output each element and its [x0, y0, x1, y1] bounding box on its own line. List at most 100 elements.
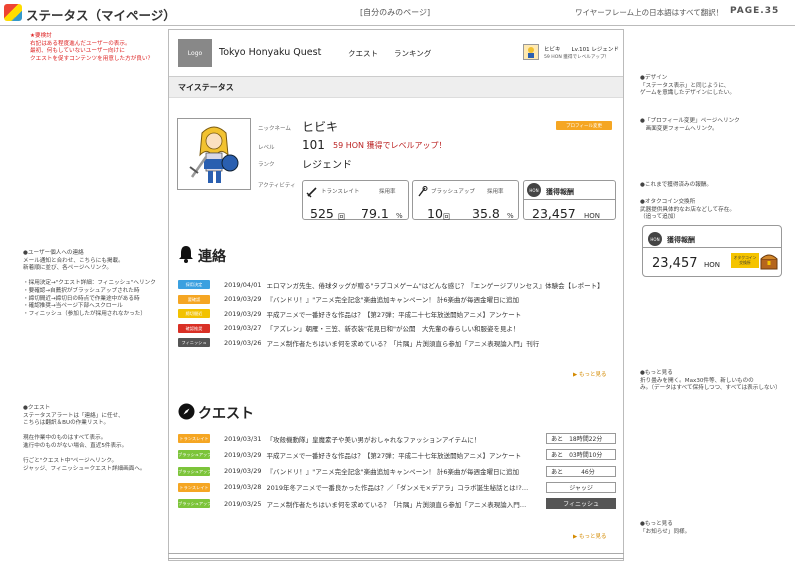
row-date: 2019/03/25: [224, 499, 262, 508]
brushup-rate-unit: %: [507, 212, 514, 220]
contact-row[interactable]: 採用決定 2019/04/01 エロマンガ先生、倦球タッグが贈る"ラブコメゲーム"は…: [178, 279, 616, 290]
header-divider: [0, 25, 795, 26]
note-more-contact: ●もっと見る 折り畳みを開く。Max30件等、新しいものの み。（データはすべて…: [640, 370, 781, 392]
section-band: [169, 76, 623, 98]
status-badge: ブラッシュアップ: [178, 450, 212, 460]
note-profile-link: ●「プロフィール変更」ページへリンク 画面変更フォームへリンク。: [640, 118, 740, 132]
nickname-label: ニックネーム: [258, 126, 291, 132]
contact-more-link[interactable]: ▶ もっと見る: [573, 370, 606, 378]
row-title: 『バンドリ！』"アニメ完全記念"楽曲追加キャンペーン！ 計6楽曲が毎週金曜日に追…: [266, 468, 520, 477]
side-reward-label: 獲得報酬: [667, 236, 695, 244]
wireframe-logo-icon: [4, 4, 22, 21]
row-title: 2019年冬アニメで一番良かった作品は？／「ダンメモ×デアラ」コラボ誕生秘話とは…: [266, 484, 529, 493]
note-top-left: ★要検討 右記はある程度進んだユーザーの表示。 最初、何もしていないユーザー向け…: [30, 33, 154, 62]
quest-more-link[interactable]: ▶ もっと見る: [573, 532, 606, 540]
row-date: 2019/03/27: [224, 324, 262, 332]
quest-row[interactable]: ブラッシュアップ 2019/03/25 アニメ制作者たちはいま何を求めている？「片隅…: [178, 498, 616, 510]
contact-title: 連絡: [198, 249, 226, 265]
row-date: 2019/03/29: [224, 309, 262, 318]
status-badge: トランスレイト: [178, 482, 210, 492]
row-title: 「アズレン」朝雁・三笠、新衣装"花見日和"が公開 大先輩の春らしい和服姿を見よ！: [266, 325, 520, 333]
translate-rate-unit: %: [396, 212, 403, 220]
edit-profile-button[interactable]: プロフィール変更: [556, 121, 612, 130]
row-date: 2019/03/29: [224, 295, 262, 303]
quest-row[interactable]: ブラッシュアップ 2019/03/29 『バンドリ！』"アニメ完全記念"楽曲追加キャ…: [178, 465, 616, 477]
row-title: アニメ制作者たちはいま何を求めている？「片隅」片渕須直ら参加「アニメ表現論入門」…: [266, 339, 540, 348]
brushup-label: ブラッシュアップ: [431, 189, 475, 195]
contact-row[interactable]: 締切間近 2019/03/29 平成アニメで一番好きな作品は？【第27弾：平成二十七…: [178, 308, 616, 319]
sword-icon: [306, 183, 318, 202]
quest-title: クエスト: [198, 406, 254, 422]
page-number: PAGE.35: [730, 6, 780, 16]
contact-row[interactable]: 確認推奨 2019/03/27 「アズレン」朝雁・三笠、新衣装"花見日和"が公開 大…: [178, 323, 616, 334]
row-title: アニメ制作者たちはいま何を求めている？「片隅」片渕須直ら参加「アニメ表現論入門…: [266, 500, 527, 509]
compass-icon: [178, 403, 195, 424]
status-badge: 要確認: [178, 294, 210, 304]
contact-list: 採用決定 2019/04/01 エロマンガ先生、倦球タッグが贈る"ラブコメゲーム"は…: [178, 279, 616, 352]
row-date: 2019/03/31: [224, 434, 262, 443]
reward-unit: HON: [584, 212, 601, 220]
nickname-value: ヒビキ: [302, 120, 339, 134]
note-more-quest: ●もっと見る 「お知らせ」同様。: [640, 521, 691, 535]
quest-status-box[interactable]: ジャッジ: [546, 481, 616, 493]
side-reward-unit: HON: [704, 261, 721, 269]
activity-label: アクティビティ: [258, 183, 296, 189]
row-title: 「攻殻機動隊」皇魔素子や美い男がおしゃれなファッションアイテムに！: [266, 435, 481, 444]
bell-icon: [178, 245, 194, 267]
translate-count: 525: [310, 206, 334, 221]
header-user-info[interactable]: ヒビキ Lv.101 レジェンド: [544, 45, 619, 53]
site-name[interactable]: Tokyo Honyaku Quest: [219, 47, 321, 58]
status-badge: フィニッシュ: [178, 338, 210, 347]
contact-row[interactable]: フィニッシュ 2019/03/26 アニメ制作者たちはいま何を求めている？「片隅」片…: [178, 337, 616, 348]
wireframe-page: ステータス（マイページ） [自分のみのページ] ワイヤーフレーム上の日本語はすべ…: [0, 0, 795, 565]
quest-row[interactable]: トランスレイト 2019/03/31 「攻殻機動隊」皇魔素子や美い男がおしゃれなファ…: [178, 433, 616, 444]
quest-status-box[interactable]: フィニッシュ: [546, 498, 616, 510]
quest-list: トランスレイト 2019/03/31 「攻殻機動隊」皇魔素子や美い男がおしゃれなファ…: [178, 433, 616, 514]
translate-label: トランスレイト: [321, 189, 360, 195]
nav-quest[interactable]: クエスト: [348, 48, 378, 59]
level-value: 101: [302, 138, 325, 152]
brushup-count-unit: 回: [443, 213, 450, 221]
frame-cut-edge: [168, 553, 624, 559]
row-title: 『バンドリ！』"アニメ完全記念"楽曲追加キャンペーン！ 計6楽曲が毎週金曜日に追…: [266, 296, 520, 304]
my-status-title: マイステータス: [178, 83, 234, 92]
row-date: 2019/03/29: [224, 450, 262, 459]
quest-row[interactable]: ブラッシュアップ 2019/03/29 平成アニメで一番好きな作品は？【第27弾：平…: [178, 449, 616, 461]
contact-row[interactable]: 要確認 2019/03/29 『バンドリ！』"アニメ完全記念"楽曲追加キャンペーン！…: [178, 294, 616, 305]
coin-shop-button[interactable]: オタクコイン 交換所: [731, 253, 759, 268]
side-reward-value: 23,457: [652, 256, 698, 271]
status-badge: 採用決定: [178, 280, 210, 289]
status-badge: ブラッシュアップ: [178, 499, 212, 509]
note-quest: ●クエスト ステータスアラートは「連絡」に任せ、 こちらは翻訳＆BUの作業リスト…: [23, 405, 146, 472]
row-date: 2019/03/26: [224, 338, 262, 347]
row-title: 平成アニメで一番好きな作品は？【第27弾：平成二十七年放送開始アニメ】アンケート: [266, 310, 522, 319]
nav-ranking[interactable]: ランキング: [394, 48, 431, 59]
quest-status-box[interactable]: あと 03時間10分: [546, 449, 616, 461]
quest-status-box[interactable]: あと 18時間22分: [546, 433, 616, 444]
note-reward: ●これまで獲得済みの報酬。: [640, 182, 713, 188]
user-avatar[interactable]: [523, 44, 539, 60]
quest-row[interactable]: トランスレイト 2019/03/28 2019年冬アニメで一番良かった作品は？／「ダ…: [178, 481, 616, 493]
row-date: 2019/04/01: [224, 280, 262, 289]
reward-divider: [523, 199, 616, 200]
treasure-chest-icon: [760, 253, 778, 270]
hon-icon: HON: [527, 183, 541, 197]
page-scope-label: [自分のみのページ]: [360, 8, 431, 17]
site-logo[interactable]: Logo: [178, 39, 212, 67]
brush-icon: [416, 183, 428, 202]
translate-count-unit: 回: [338, 213, 345, 221]
rank-value: レジェンド: [302, 160, 352, 171]
quest-status-box[interactable]: あと 46分: [546, 465, 616, 477]
translate-rate: 79.1: [361, 206, 389, 221]
character-avatar: [177, 118, 251, 190]
translate-rate-label: 採用率: [379, 189, 396, 195]
status-badge: ブラッシュアップ: [178, 466, 212, 476]
note-coin-shop: ●オタクコイン交換所 武器提供具体的なお店などして存在。 （追って追加）: [640, 199, 735, 221]
rank-label: ランク: [258, 162, 275, 168]
reward-label: 獲得報酬: [546, 188, 574, 196]
row-date: 2019/03/29: [224, 467, 262, 476]
page-title: ステータス（マイページ）: [26, 8, 176, 23]
level-label: レベル: [258, 145, 275, 151]
status-badge: トランスレイト: [178, 434, 210, 443]
note-design: ●デザイン 「ステータス表示」と同じように、 ゲームを意識したデザインにしたい。: [640, 75, 735, 97]
